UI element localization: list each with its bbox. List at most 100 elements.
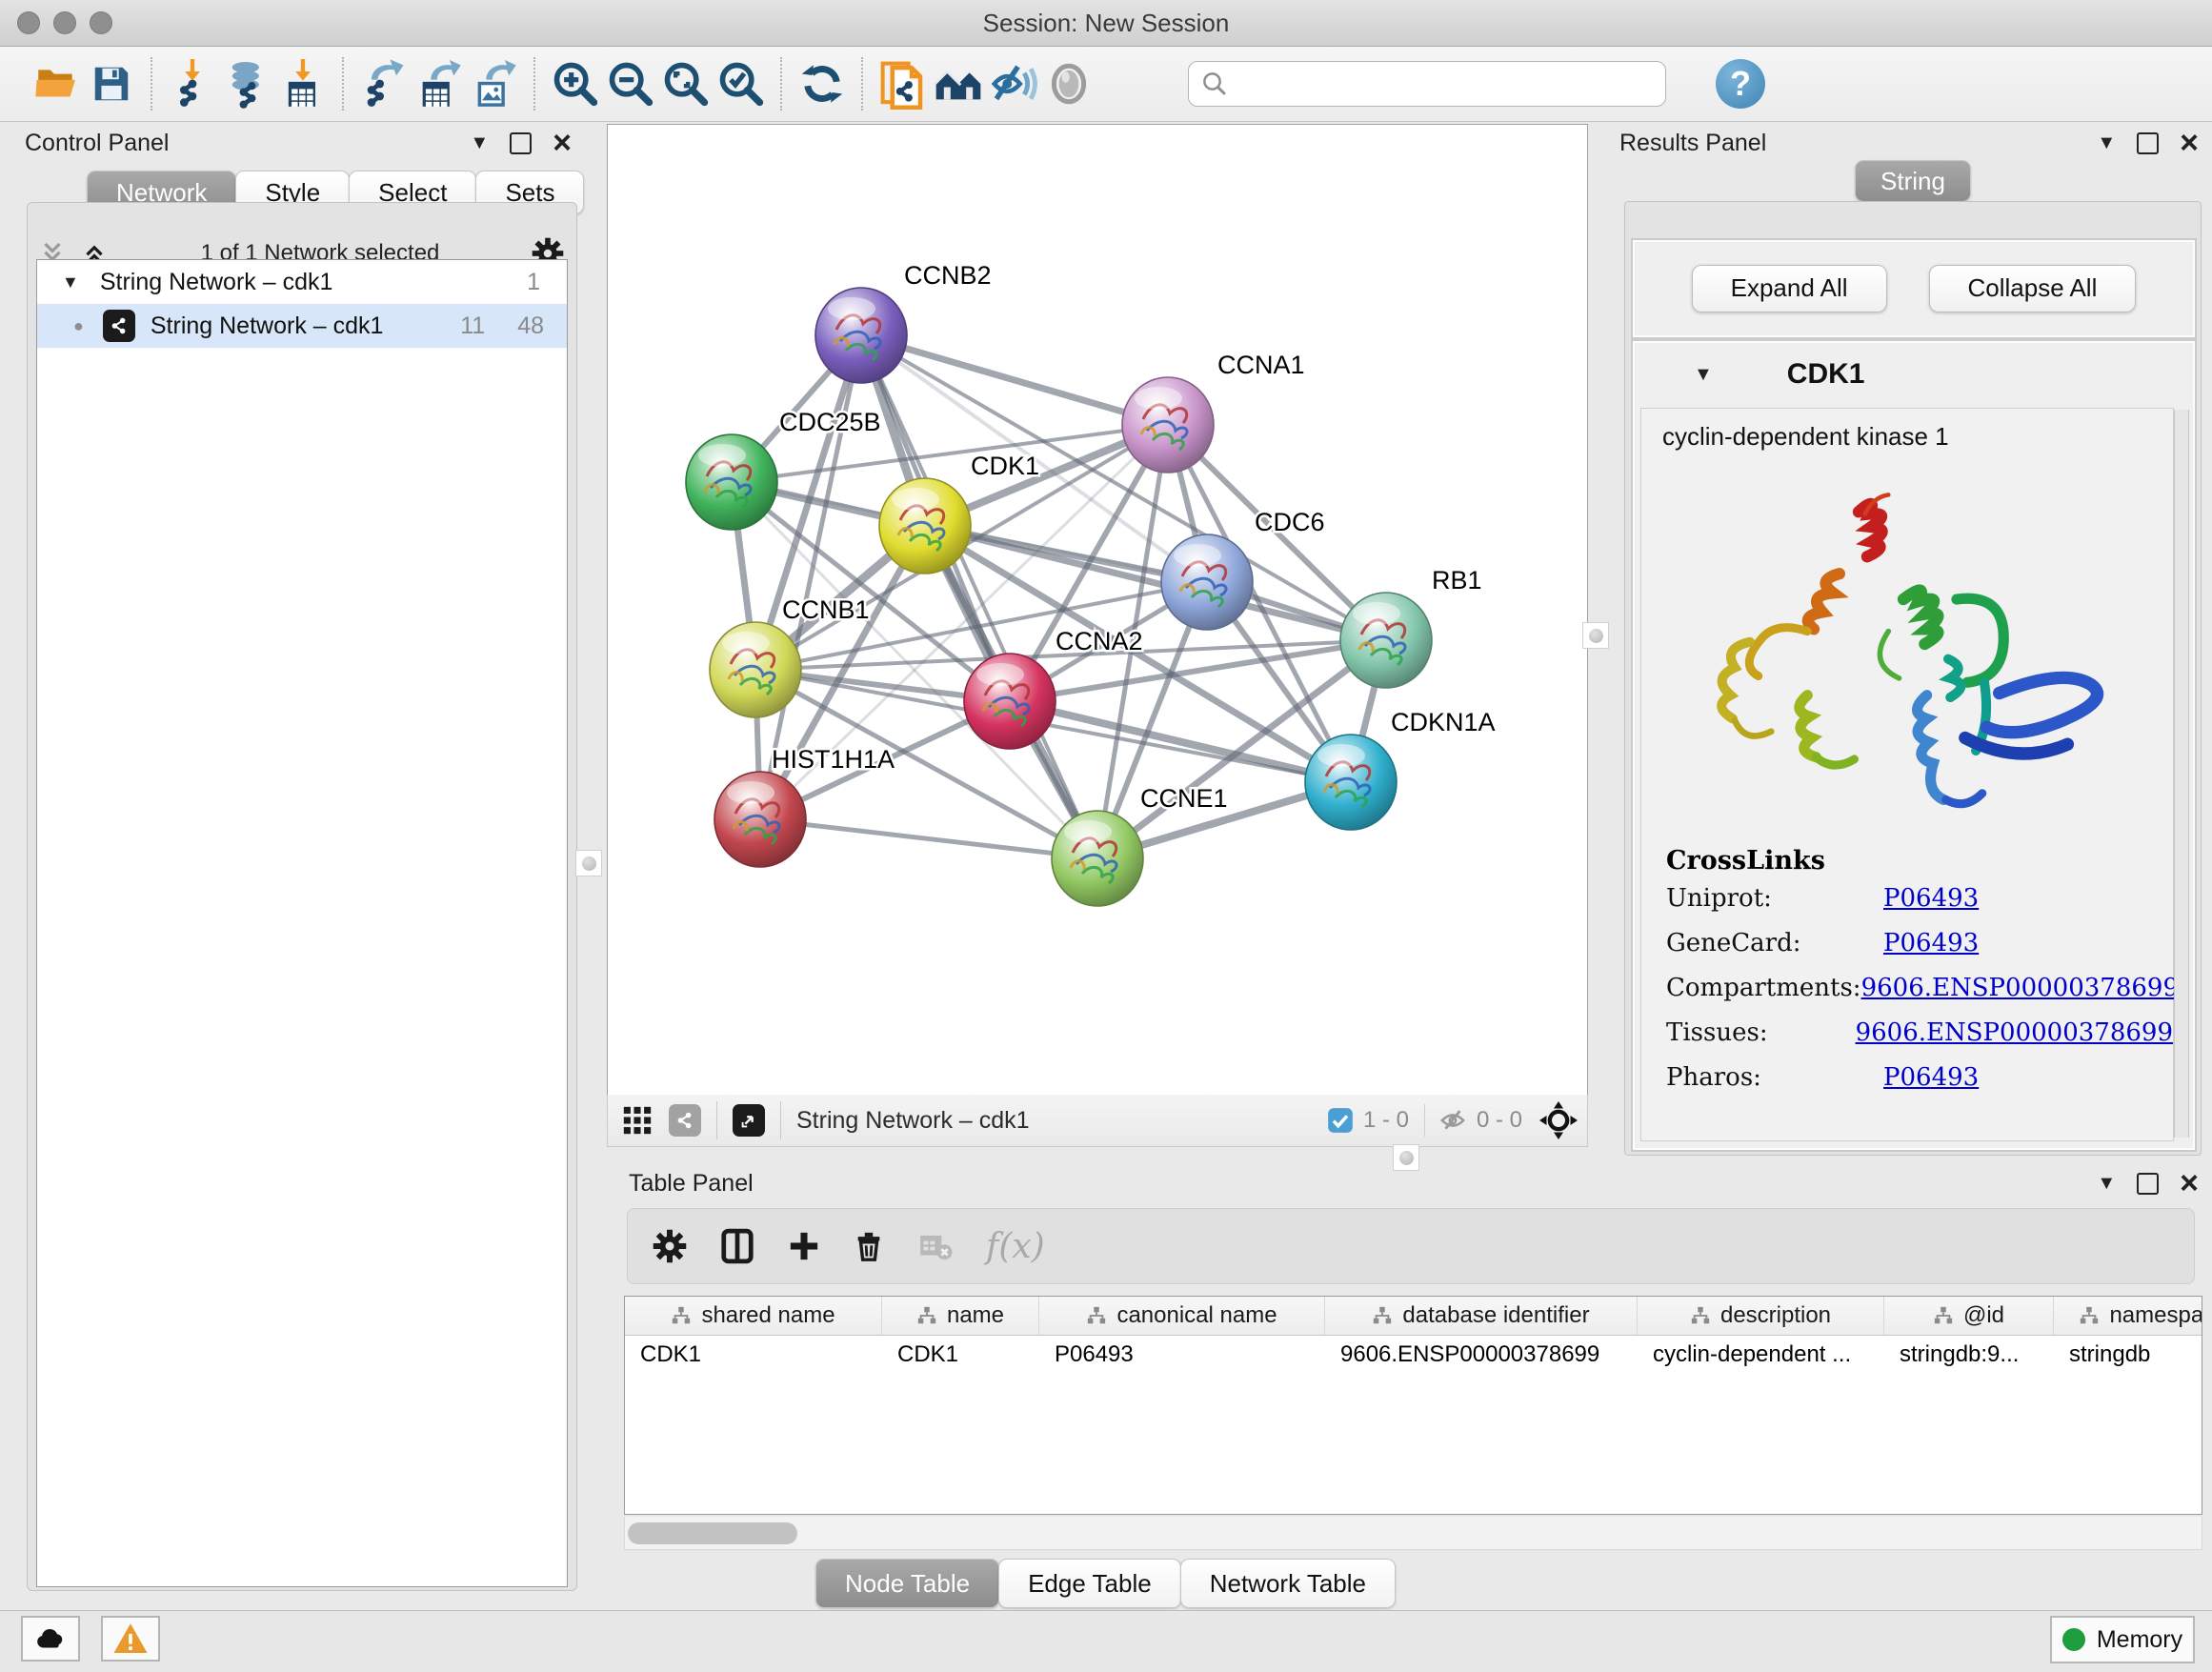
show-columns-icon[interactable] [719,1228,755,1264]
crosslink-link[interactable]: P06493 [1883,884,1979,913]
status-bar [0,1610,2212,1672]
float-panel-icon[interactable] [2137,1173,2159,1195]
save-session-button[interactable] [84,56,139,111]
gene-collapse-icon[interactable]: ▼ [1694,364,1713,386]
cloud-status-button[interactable] [21,1616,80,1662]
export-network-button[interactable] [356,56,412,111]
expand-all-button[interactable]: Expand All [1692,265,1887,312]
table-settings-gear-icon[interactable] [653,1229,687,1263]
results-scrollbar[interactable] [2174,410,2189,1138]
tab-network-table[interactable]: Network Table [1180,1559,1396,1608]
new-session-from-network-button[interactable] [931,56,986,111]
column-header-description[interactable]: description [1638,1297,1884,1335]
crosslink-link[interactable]: P06493 [1883,1063,1979,1092]
crosslink-label: GeneCard: [1641,929,1883,957]
table-cell[interactable]: CDK1 [882,1336,1039,1374]
gene-description: cyclin-dependent kinase 1 [1641,409,2173,452]
close-panel-icon[interactable]: × [2180,133,2199,152]
function-builder-icon: f(x) [986,1227,1045,1266]
panel-menu-icon[interactable]: ▼ [470,132,489,154]
tab-edge-table[interactable]: Edge Table [998,1559,1181,1608]
column-header-name[interactable]: name [882,1297,1039,1335]
close-panel-icon[interactable]: × [553,133,572,152]
share-network-file-button[interactable] [875,56,931,111]
zoom-fit-button[interactable] [658,56,714,111]
create-column-plus-icon[interactable] [788,1230,820,1262]
table-hscrollbar-thumb[interactable] [628,1522,797,1544]
column-header-databaseidentifier[interactable]: database identifier [1325,1297,1638,1335]
network-node-CCNE1[interactable]: CCNE1 [1052,784,1228,906]
network-node-RB1[interactable]: RB1 [1340,566,1482,688]
open-session-button[interactable] [29,56,84,111]
network-share-view-icon[interactable] [669,1104,701,1137]
left-splitter-handle[interactable] [575,850,602,876]
hidden-eye-slash-icon[interactable] [1438,1106,1467,1135]
gene-header-row[interactable]: ▼ CDK1 [1631,349,2180,400]
crosslink-link[interactable]: 9606.ENSP00000378699 [1856,1018,2173,1047]
selected-checkbox-icon[interactable] [1327,1107,1354,1134]
network-node-CCNA1[interactable]: CCNA1 [1122,351,1305,473]
crosslink-row: Tissues: 9606.ENSP00000378699 [1641,1010,2173,1055]
network-row-selected[interactable]: ● String Network – cdk1 11 48 [37,304,567,348]
column-header-namespace[interactable]: namespace [2054,1297,2202,1335]
column-header-sharedname[interactable]: shared name [625,1297,882,1335]
float-panel-icon[interactable] [2137,132,2159,154]
crosslink-link[interactable]: P06493 [1883,929,1979,957]
help-button[interactable]: ? [1716,59,1765,109]
hide-glass-ball-button[interactable] [986,56,1041,111]
column-header-id[interactable]: @id [1884,1297,2054,1335]
table-cell[interactable]: stringdb:9... [1884,1336,2054,1374]
export-table-button[interactable] [412,56,467,111]
zoom-out-button[interactable] [603,56,658,111]
zoom-selected-button[interactable] [714,56,769,111]
tab-node-table[interactable]: Node Table [815,1559,999,1608]
panel-menu-icon[interactable]: ▼ [2097,1173,2116,1195]
network-canvas[interactable]: CCNB2CCNA1CDC25BCDK1CDC6RB1CCNB1CCNA2CDK… [607,124,1588,1096]
collection-count: 1 [527,269,540,296]
tab-string[interactable]: String [1855,160,1971,202]
export-image-button[interactable] [467,56,522,111]
tree-collapse-icon[interactable]: ▼ [62,272,79,292]
show-glass-ball-button[interactable] [1041,56,1096,111]
warning-status-button[interactable] [101,1616,160,1662]
birds-eye-view-icon[interactable] [733,1104,765,1137]
network-node-CDKN1A[interactable]: CDKN1A [1305,708,1496,830]
column-header-canonicalname[interactable]: canonical name [1039,1297,1325,1335]
close-panel-icon[interactable]: × [2180,1174,2199,1193]
control-panel-header: Control Panel ▼ × [25,126,572,160]
file-share-icon [877,58,929,110]
float-panel-icon[interactable] [510,132,532,154]
node-table[interactable]: shared namenamecanonical namedatabase id… [624,1296,2202,1515]
import-table-button[interactable] [275,56,331,111]
collapse-all-button[interactable]: Collapse All [1929,265,2137,312]
glass-ball-icon [1045,60,1093,108]
table-toolbar: f(x) [627,1208,2195,1284]
memory-button[interactable]: Memory [2050,1616,2195,1663]
grid-view-icon[interactable] [621,1104,654,1137]
table-cell[interactable]: P06493 [1039,1336,1325,1374]
import-network-button[interactable] [165,56,220,111]
crosslink-link[interactable]: 9606.ENSP00000378699 [1861,974,2179,1002]
table-cell[interactable]: CDK1 [625,1336,882,1374]
gene-detail-box: cyclin-dependent kinase 1 CrossLinks Uni… [1640,408,2174,1141]
collection-label: String Network – cdk1 [100,269,333,296]
network-tree-list: ▼ String Network – cdk1 1 ● String Netwo… [36,259,568,1587]
table-cell[interactable]: 9606.ENSP00000378699 [1325,1336,1638,1374]
right-splitter-handle[interactable] [1582,622,1609,649]
zoom-in-button[interactable] [548,56,603,111]
panel-menu-icon[interactable]: ▼ [2097,132,2116,154]
table-cell[interactable]: cyclin-dependent ... [1638,1336,1884,1374]
network-node-HIST1H1A[interactable]: HIST1H1A [714,745,895,867]
search-input[interactable] [1188,61,1666,107]
table-hscrollbar[interactable] [624,1517,2202,1550]
network-graph[interactable]: CCNB2CCNA1CDC25BCDK1CDC6RB1CCNB1CCNA2CDK… [608,125,1587,1095]
import-network-from-database-button[interactable] [220,56,275,111]
network-collection-row[interactable]: ▼ String Network – cdk1 1 [37,260,567,304]
apply-layout-button[interactable] [794,56,850,111]
navigator-crosshair-icon[interactable] [1539,1101,1578,1139]
network-node-CCNB1[interactable]: CCNB1 [710,595,870,717]
table-data-row[interactable]: CDK1CDK1P064939606.ENSP00000378699cyclin… [625,1336,2202,1374]
table-cell[interactable]: stringdb [2054,1336,2202,1374]
delete-column-trash-icon[interactable] [853,1230,885,1262]
results-buttons-box: Expand All Collapse All [1631,238,2197,339]
